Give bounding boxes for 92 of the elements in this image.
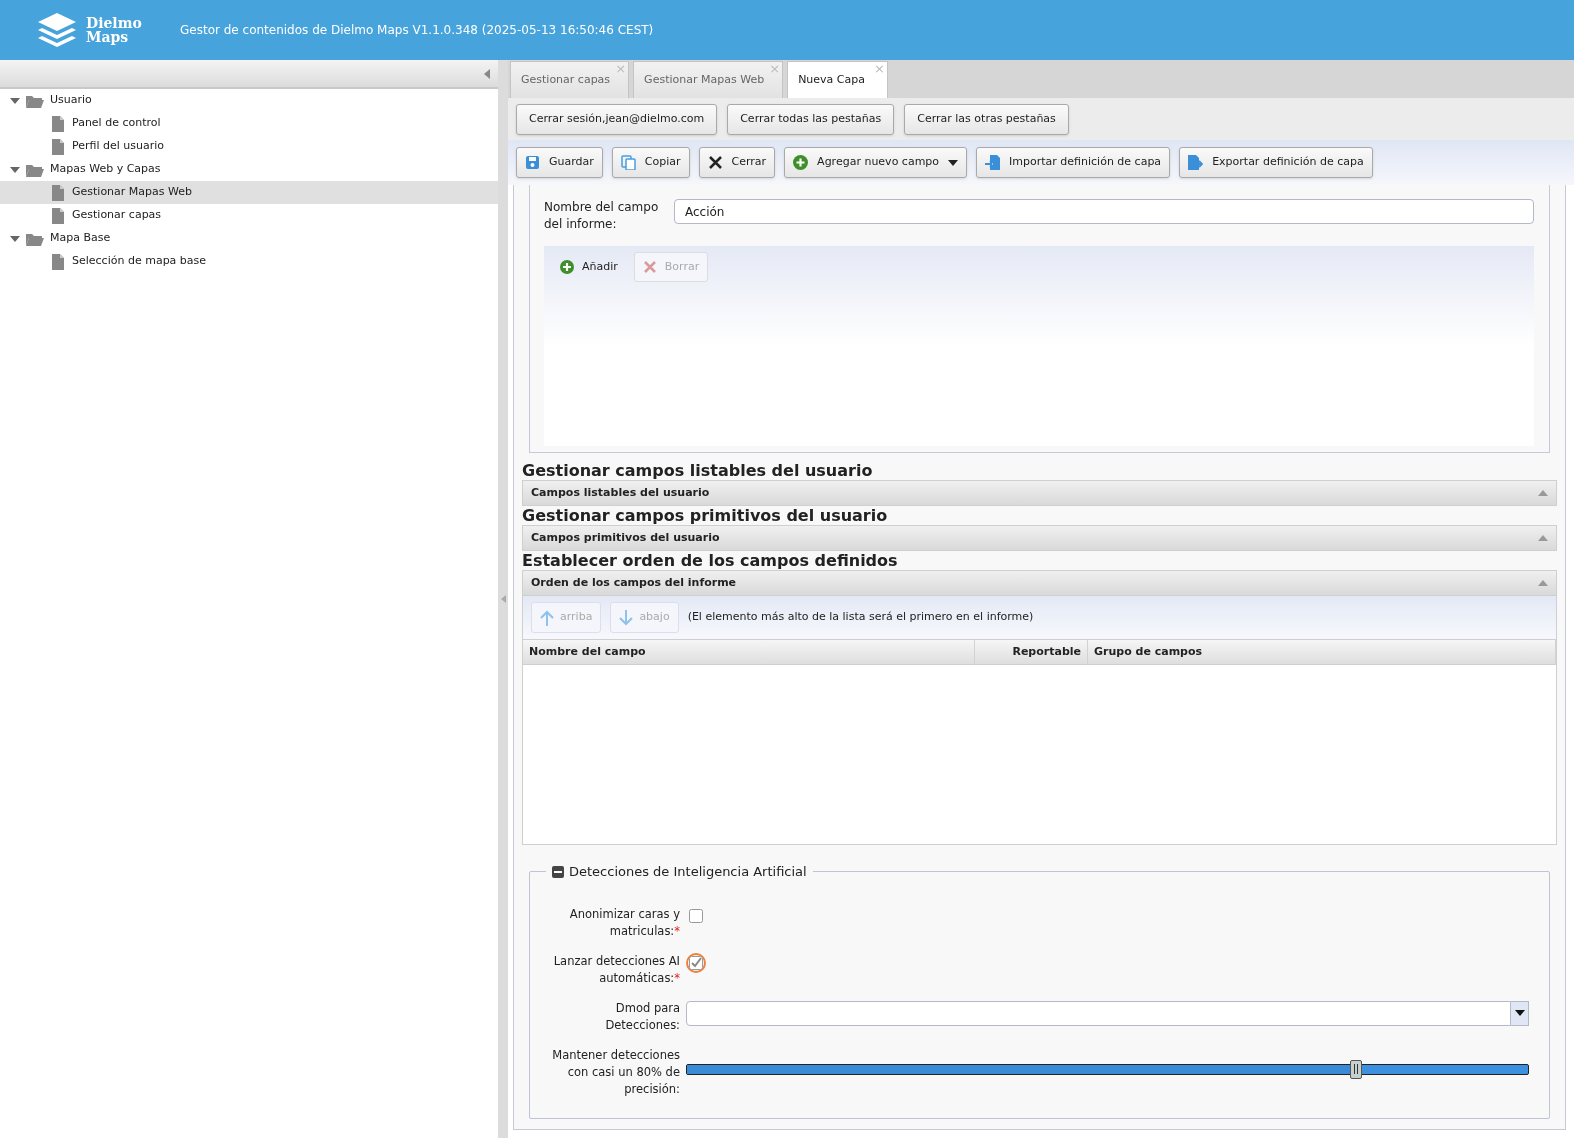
tree-label: Panel de control [72, 115, 161, 132]
up-arrow-icon [540, 609, 554, 626]
checkbox[interactable] [686, 952, 706, 973]
toolbar-button[interactable]: Copiar [611, 147, 690, 178]
toolbar-button[interactable]: Guardar [516, 147, 603, 178]
checkmark-icon [689, 955, 703, 970]
field-label: Mantener detecciones con casi un 80% de precisión: [551, 1046, 680, 1098]
tab[interactable]: Nueva Capa × [787, 61, 888, 98]
tab-label: Nueva Capa [798, 71, 865, 88]
toolbar-button[interactable]: Exportar definición de capa [1179, 147, 1373, 178]
toolbar-button[interactable]: Cerrar sesión,jean@dielmo.com [516, 103, 718, 135]
collapse-arrow-icon[interactable] [1538, 490, 1548, 496]
layers-logo-icon [36, 11, 78, 49]
toolbar-button[interactable]: Cerrar las otras pestañas [904, 103, 1069, 135]
section-heading: Gestionar campos listables del usuario [522, 461, 874, 480]
document-icon [52, 207, 64, 224]
section-heading: Establecer orden de los campos definidos [522, 551, 899, 570]
tree-label: Gestionar capas [72, 207, 162, 224]
tree-item[interactable]: Perfil del usuario [0, 135, 498, 158]
logo-text: Dielmo [86, 16, 142, 30]
tab-label: Gestionar Mapas Web [644, 71, 765, 88]
close-icon [707, 155, 723, 170]
expand-arrow-icon[interactable] [10, 164, 20, 175]
folder-icon [26, 231, 44, 246]
tree-label: Selección de mapa base [72, 253, 207, 270]
copy-icon [620, 155, 636, 170]
save-icon [525, 155, 540, 170]
toolbar-button[interactable]: Importar definición de capa [976, 147, 1171, 178]
expand-arrow-icon[interactable] [10, 95, 20, 106]
tree-item[interactable]: Gestionar Mapas Web [0, 181, 498, 204]
column-header[interactable]: Reportable [975, 640, 1088, 664]
tree-item[interactable]: Selección de mapa base [0, 250, 498, 273]
tree-label: Gestionar Mapas Web [72, 184, 193, 201]
plus-circle-icon [793, 155, 809, 170]
expand-arrow-icon[interactable] [10, 233, 20, 244]
section-heading: Gestionar campos primitivos del usuario [522, 506, 889, 525]
required-mark: * [674, 970, 680, 985]
toolbar-button[interactable]: Cerrar todas las pestañas [727, 103, 895, 135]
tree-item[interactable]: Mapa Base [0, 227, 498, 250]
tree-item[interactable]: Panel de control [0, 112, 498, 135]
tab[interactable]: Gestionar capas × [510, 61, 630, 98]
tree-label: Mapas Web y Capas [50, 161, 161, 178]
column-header[interactable]: Nombre del campo [523, 640, 975, 664]
panel-header[interactable]: Orden de los campos del informe [522, 570, 1557, 596]
column-header[interactable]: Grupo de campos [1088, 640, 1556, 664]
toolbar-button[interactable]: Cerrar [698, 147, 776, 178]
tab-label: Gestionar capas [521, 71, 611, 88]
field-label: Dmod para Detecciones: [604, 999, 680, 1034]
required-mark: * [674, 923, 680, 938]
caret-icon [948, 159, 959, 166]
folder-icon [26, 93, 44, 108]
caret-icon [1514, 1010, 1525, 1016]
report-field-input[interactable]: Acción [674, 199, 1534, 224]
field-label: Lanzar detecciones AI automáticas:* [552, 952, 680, 987]
dropdown-trigger[interactable] [1511, 1000, 1529, 1026]
checkbox-icon [689, 908, 703, 923]
folder-icon [26, 162, 44, 177]
panel-title: Campos primitivos del usuario [531, 529, 720, 546]
dropdown-field[interactable] [686, 1000, 1511, 1026]
panel-title: Campos listables del usuario [531, 484, 710, 501]
fieldset-legend: Detecciones de Inteligencia Artificial [569, 862, 807, 882]
slider-thumb[interactable] [1349, 1059, 1362, 1079]
document-icon [52, 115, 64, 132]
logo-text: Maps [86, 30, 130, 44]
panel-header[interactable]: Campos primitivos del usuario [522, 525, 1557, 551]
hint-text: (El elemento más alto de la lista será el primero en el informe) [687, 609, 1034, 626]
tab[interactable]: Gestionar Mapas Web × [633, 61, 784, 98]
collapse-arrow-icon[interactable] [1538, 580, 1548, 586]
tree-label: Mapa Base [50, 230, 111, 247]
panel-header[interactable]: Campos listables del usuario [522, 480, 1557, 506]
document-arrow-icon [985, 155, 1001, 170]
collapse-toggle-icon[interactable] [552, 865, 564, 878]
close-icon [642, 260, 657, 274]
document-arrow-icon [1188, 155, 1204, 170]
toolbar-button[interactable]: Agregar nuevo campo [784, 147, 968, 178]
collapse-arrow-icon[interactable] [1538, 535, 1548, 541]
document-icon [52, 184, 64, 201]
panel-title: Orden de los campos del informe [531, 574, 737, 591]
tree-item[interactable]: Mapas Web y Capas [0, 158, 498, 181]
app-title: Gestor de contenidos de Dielmo Maps V1.1.0.348 (2025-05-13 16:50:46 CEST) [180, 22, 654, 39]
field-label: Nombre del campo del informe: [544, 199, 660, 233]
tree-label: Perfil del usuario [72, 138, 165, 155]
collapse-arrow-icon[interactable] [484, 68, 490, 79]
tree-label: Usuario [50, 92, 92, 109]
down-arrow-icon [619, 609, 634, 626]
field-label: Anonimizar caras y matriculas:* [568, 905, 680, 940]
tree-item[interactable]: Usuario [0, 89, 498, 112]
plus-circle-icon [560, 260, 574, 274]
add-button[interactable]: Añadir [552, 252, 626, 282]
tree-item[interactable]: Gestionar capas [0, 204, 498, 227]
document-icon [52, 138, 64, 155]
document-icon [52, 253, 64, 270]
